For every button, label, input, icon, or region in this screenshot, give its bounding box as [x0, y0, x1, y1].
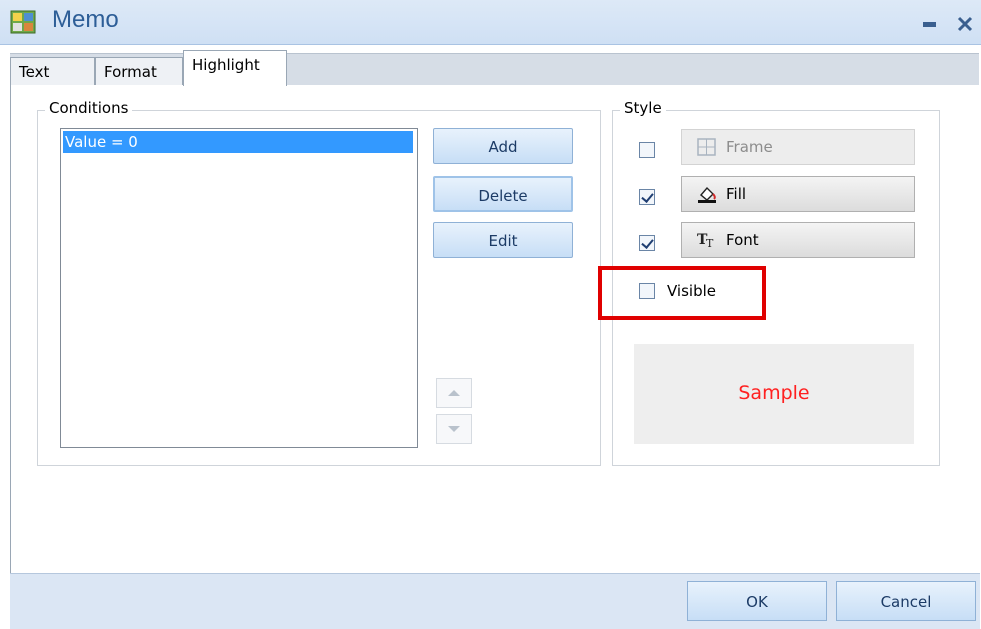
style-group-label: Style: [620, 99, 666, 117]
tab-highlight[interactable]: Highlight: [183, 50, 287, 86]
highlight-annotation-box: [598, 266, 766, 320]
font-button[interactable]: T T Font: [681, 222, 915, 258]
list-item[interactable]: Value = 0: [63, 131, 413, 153]
frame-label: Frame: [726, 138, 773, 156]
minimize-icon[interactable]: [917, 10, 943, 34]
delete-button[interactable]: Delete: [433, 176, 573, 212]
window-title: Memo: [52, 6, 119, 33]
fill-button[interactable]: Fill: [681, 176, 915, 212]
arrow-up-icon: [448, 390, 460, 396]
cancel-button[interactable]: Cancel: [836, 581, 976, 621]
paint-bucket-icon: [698, 186, 716, 203]
conditions-group-label: Conditions: [45, 99, 133, 117]
tab-text[interactable]: Text: [10, 57, 95, 85]
title-bar: Memo: [0, 0, 981, 45]
move-up-button[interactable]: [436, 378, 472, 408]
close-icon[interactable]: [952, 10, 978, 34]
tab-format[interactable]: Format: [95, 57, 183, 85]
frame-checkbox[interactable]: [639, 142, 655, 158]
move-down-button[interactable]: [436, 414, 472, 444]
ok-button[interactable]: OK: [687, 581, 827, 621]
arrow-down-icon: [448, 426, 460, 432]
sample-preview: Sample: [634, 344, 914, 444]
frame-button[interactable]: Frame: [681, 129, 915, 165]
dialog-footer: [10, 573, 980, 629]
font-icon: T T: [697, 232, 714, 250]
conditions-list[interactable]: Value = 0: [60, 128, 418, 448]
font-checkbox[interactable]: [639, 235, 655, 251]
memo-dialog: Memo Text Format Highlight Conditions Va…: [0, 0, 981, 629]
font-label: Font: [726, 231, 759, 249]
sample-text: Sample: [738, 382, 810, 404]
edit-button[interactable]: Edit: [433, 222, 573, 258]
add-button[interactable]: Add: [433, 128, 573, 164]
memo-app-icon: [10, 10, 36, 34]
fill-checkbox[interactable]: [639, 189, 655, 205]
fill-label: Fill: [726, 185, 747, 203]
frame-icon: [697, 138, 716, 156]
svg-text:T: T: [706, 237, 714, 250]
